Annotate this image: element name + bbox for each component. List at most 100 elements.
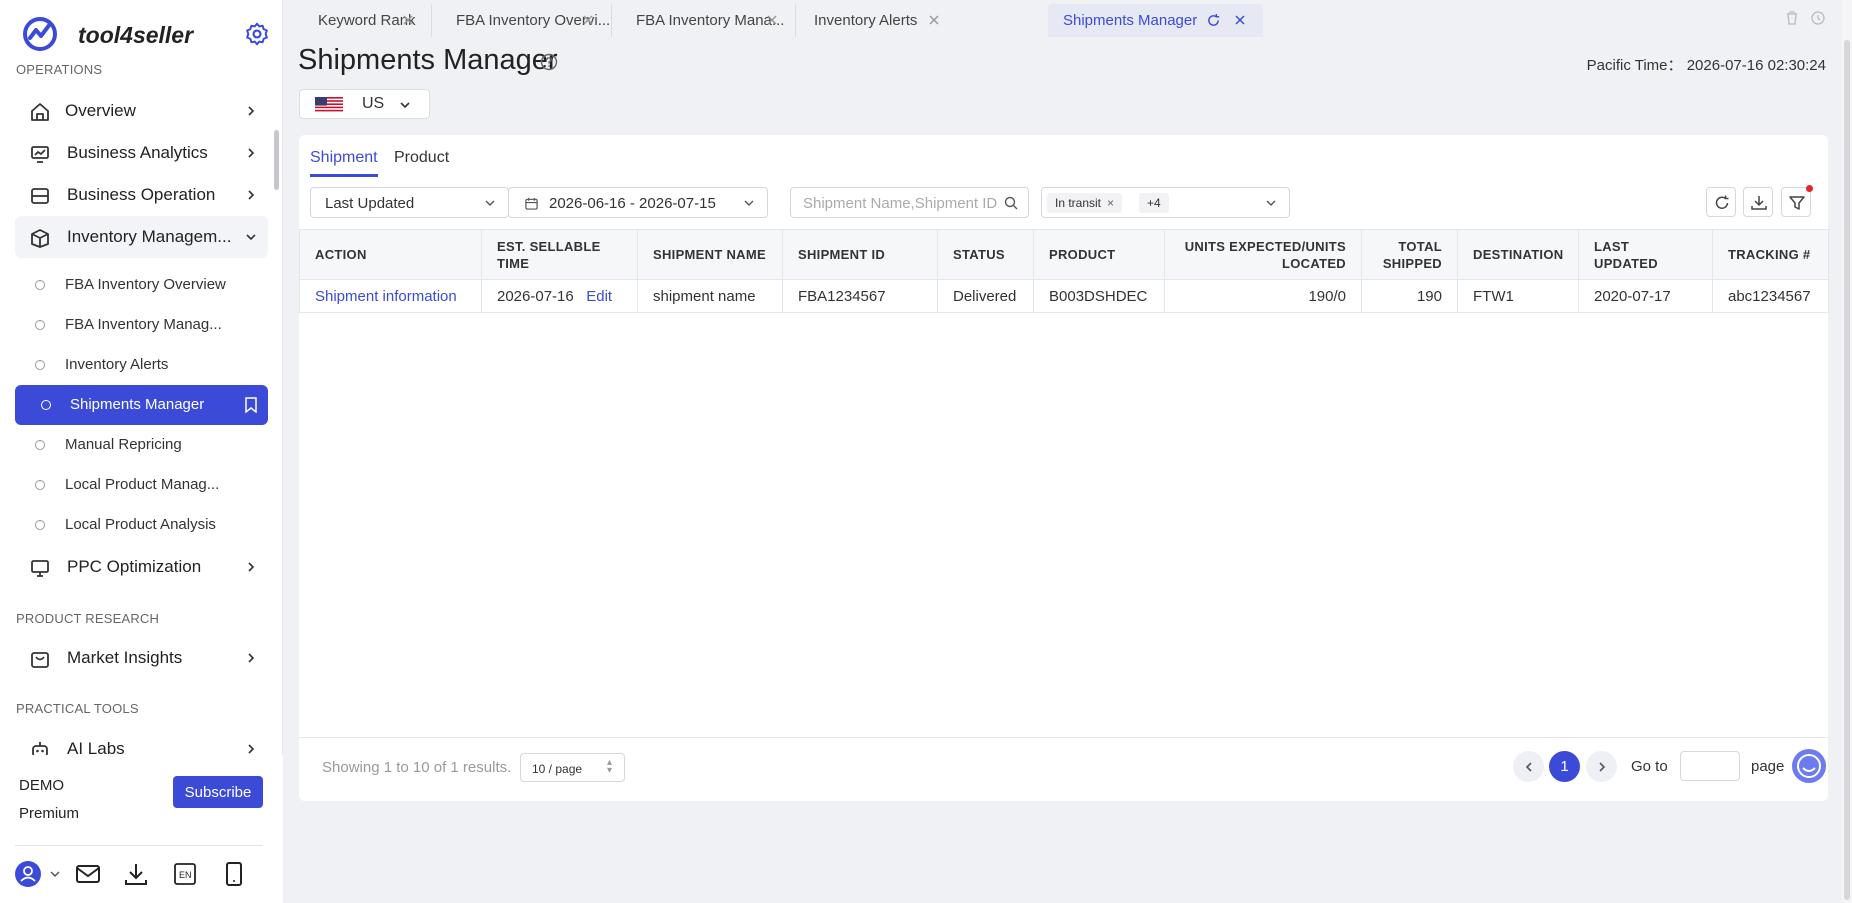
more-tags-badge[interactable]: +4 (1139, 193, 1169, 213)
divider (299, 737, 1828, 738)
header-last-updated[interactable]: LAST UPDATED (1578, 229, 1713, 280)
close-icon[interactable] (927, 13, 941, 27)
header-product[interactable]: PRODUCT (1033, 229, 1165, 280)
header-units[interactable]: UNITS EXPECTED/UNITS LOCATED (1164, 229, 1362, 280)
sub-fba-inventory-overview[interactable]: FBA Inventory Overview (15, 265, 268, 305)
support-chat-icon[interactable] (1791, 748, 1827, 784)
section-product-research: PRODUCT RESEARCH (16, 611, 160, 626)
subscribe-button[interactable]: Subscribe (173, 776, 263, 808)
clock-icon[interactable] (1810, 10, 1826, 26)
close-icon[interactable] (581, 13, 595, 27)
header-tracking[interactable]: TRACKING # (1712, 229, 1829, 280)
nav-ppc-optimization[interactable]: PPC Optimization (15, 546, 268, 588)
bullet-icon (35, 440, 45, 450)
header-shipment-name[interactable]: SHIPMENT NAME (637, 229, 783, 280)
export-button[interactable] (1743, 187, 1773, 217)
country-selector[interactable]: US (299, 89, 430, 119)
page-button-current[interactable]: 1 (1549, 751, 1580, 782)
bullet-icon (41, 400, 51, 410)
page-size-select[interactable]: 10 / page ▴ ▾ (520, 753, 625, 782)
tab-product[interactable]: Product (394, 149, 449, 167)
tab-keyword-rank[interactable]: Keyword Rank (283, 4, 432, 37)
search-placeholder: Shipment Name,Shipment ID, (803, 195, 999, 212)
download-icon[interactable] (122, 860, 150, 888)
sub-inventory-alerts[interactable]: Inventory Alerts (15, 345, 268, 385)
refresh-icon (1715, 195, 1729, 209)
header-est-sellable-time[interactable]: EST. SELLABLE TIME (481, 229, 638, 280)
monitor-icon (31, 560, 49, 577)
prev-page-button[interactable] (1513, 751, 1544, 782)
sub-manual-repricing[interactable]: Manual Repricing (15, 425, 268, 465)
filter-icon (1789, 196, 1805, 210)
sort-field-select[interactable]: Last Updated (310, 187, 509, 218)
header-total-shipped[interactable]: TOTAL SHIPPED (1361, 229, 1458, 280)
mobile-icon[interactable] (220, 860, 248, 888)
tab-inventory-alerts[interactable]: Inventory Alerts (796, 4, 957, 37)
nav-overview[interactable]: Overview (15, 90, 268, 132)
tab-fba-inventory-overview[interactable]: FBA Inventory Overvi... (432, 4, 612, 37)
nav-market-insights[interactable]: Market Insights (15, 637, 268, 679)
refresh-icon[interactable] (1206, 13, 1221, 28)
header-action[interactable]: ACTION (299, 229, 482, 280)
nav-inventory-management[interactable]: Inventory Managem... (15, 216, 268, 258)
sub-shipments-manager[interactable]: Shipments Manager (15, 385, 268, 425)
sidebar-scrollbar[interactable] (274, 130, 279, 190)
table-header-row: ACTION EST. SELLABLE TIME SHIPMENT NAME … (299, 229, 1829, 280)
mail-icon[interactable] (74, 860, 102, 888)
nav-label: Inventory Managem... (67, 227, 232, 246)
sub-label: Shipments Manager (70, 396, 205, 413)
next-page-button[interactable] (1586, 751, 1617, 782)
header-shipment-id[interactable]: SHIPMENT ID (782, 229, 938, 280)
header-destination[interactable]: DESTINATION (1457, 229, 1579, 280)
bookmark-icon[interactable] (244, 397, 258, 413)
refresh-button[interactable] (1706, 187, 1736, 217)
tab-fba-inventory-management[interactable]: FBA Inventory Mana... (612, 4, 796, 37)
nav-business-analytics[interactable]: Business Analytics (15, 132, 268, 174)
header-status[interactable]: STATUS (937, 229, 1034, 280)
scroll-thumb[interactable] (1844, 40, 1850, 900)
sub-local-product-analysis[interactable]: Local Product Analysis (15, 505, 268, 545)
search-icon[interactable] (1004, 196, 1018, 210)
language-icon[interactable]: EN (171, 860, 199, 888)
total-shipped-cell: 190 (1361, 279, 1458, 313)
tab-actions (1784, 10, 1826, 31)
close-icon[interactable] (1233, 13, 1247, 27)
results-summary: Showing 1 to 10 of 1 results. (322, 759, 512, 776)
plan-name: DEMO (19, 777, 64, 794)
sub-local-product-management[interactable]: Local Product Manag... (15, 465, 268, 505)
nav-business-operation[interactable]: Business Operation (15, 174, 268, 216)
trash-icon[interactable] (1784, 10, 1800, 26)
notification-dot (1806, 185, 1813, 192)
status-tag[interactable]: In transit × (1047, 193, 1123, 213)
sub-label: Local Product Manag... (65, 476, 220, 493)
close-icon[interactable] (401, 13, 415, 27)
tab-shipment[interactable]: Shipment (310, 149, 378, 177)
page-label: page (1751, 758, 1785, 775)
close-icon[interactable] (765, 13, 779, 27)
chevron-right-icon (248, 562, 255, 572)
user-avatar-icon[interactable] (14, 860, 42, 888)
shipment-info-link[interactable]: Shipment information (315, 288, 457, 305)
sub-fba-inventory-management[interactable]: FBA Inventory Manag... (15, 305, 268, 345)
nav-label: Business Analytics (67, 143, 208, 162)
status-filter[interactable]: In transit × +4 (1041, 187, 1290, 218)
goto-page-input[interactable] (1680, 751, 1740, 781)
edit-link[interactable]: Edit (586, 288, 612, 305)
chevron-down-icon[interactable] (49, 868, 61, 880)
section-operations: OPERATIONS (16, 62, 103, 77)
help-icon[interactable] (540, 53, 558, 71)
tab-shipments-manager[interactable]: Shipments Manager (1048, 4, 1263, 37)
close-icon[interactable]: × (1107, 196, 1114, 210)
nav-label: Business Operation (67, 185, 216, 204)
date-range-picker[interactable]: 2026-06-16 - 2026-07-15 (508, 187, 768, 218)
filter-button[interactable] (1781, 185, 1813, 217)
gear-icon[interactable] (244, 21, 270, 47)
search-input[interactable]: Shipment Name,Shipment ID, (790, 187, 1029, 218)
page-title: Shipments Manager (298, 44, 558, 76)
page-scrollbar[interactable] (1842, 0, 1852, 903)
logo[interactable]: tool4seller (22, 14, 272, 54)
date-range-value: 2026-06-16 - 2026-07-15 (549, 195, 716, 212)
nav-label: PPC Optimization (67, 557, 202, 576)
status-tag-label: In transit (1055, 196, 1102, 210)
chevron-down-icon (485, 200, 495, 206)
